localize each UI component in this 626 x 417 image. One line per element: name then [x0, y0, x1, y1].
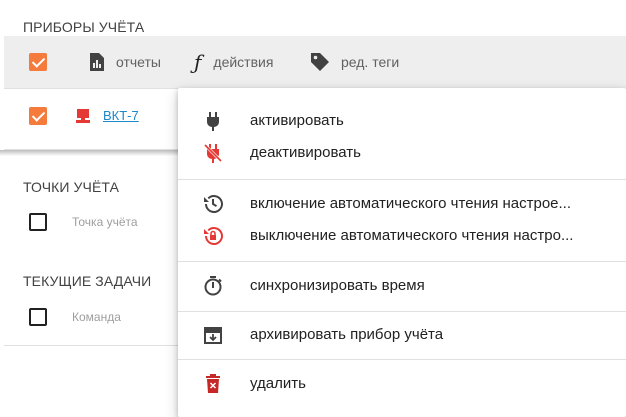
menu-item-label: выключение автоматического чтения настро… — [250, 227, 574, 244]
menu-item-archive[interactable]: архивировать прибор учёта — [178, 318, 626, 350]
points-title: ТОЧКИ УЧЁТА — [23, 179, 120, 195]
timer-icon — [204, 276, 222, 296]
menu-item-sync-time[interactable]: синхронизировать время — [178, 269, 626, 301]
plug-off-icon — [203, 143, 223, 163]
menu-divider — [178, 179, 626, 180]
archive-icon — [204, 327, 222, 344]
tasks-column-header: Команда — [72, 310, 121, 324]
devices-title: ПРИБОРЫ УЧЁТА — [23, 19, 145, 35]
edit-tags-label: ред. теги — [341, 54, 400, 70]
menu-item-label: синхронизировать время — [250, 277, 425, 294]
menu-item-activate[interactable]: активировать — [178, 104, 626, 136]
select-all-checkbox[interactable] — [29, 53, 47, 71]
actions-label: действия — [213, 54, 274, 70]
device-row-checkbox[interactable] — [29, 107, 47, 125]
tag-icon — [311, 53, 329, 71]
menu-divider — [178, 359, 626, 360]
menu-item-deactivate[interactable]: деактивировать — [178, 136, 626, 168]
trash-icon — [206, 374, 220, 393]
menu-item-label: архивировать прибор учёта — [250, 326, 444, 343]
menu-item-label: включение автоматического чтения настрое… — [250, 195, 572, 212]
menu-item-label: активировать — [250, 112, 344, 129]
menu-item-enable-auto-read[interactable]: включение автоматического чтения настрое… — [178, 187, 626, 219]
menu-divider — [178, 311, 626, 312]
function-icon: ƒ — [194, 50, 202, 74]
menu-item-label: удалить — [250, 375, 306, 392]
points-column-header: Точка учёта — [72, 215, 138, 229]
history-icon — [204, 195, 223, 213]
menu-item-disable-auto-read[interactable]: выключение автоматического чтения настро… — [178, 219, 626, 251]
tasks-title: ТЕКУЩИЕ ЗАДАЧИ — [23, 273, 152, 289]
menu-item-delete[interactable]: удалить — [178, 367, 626, 399]
device-link[interactable]: ВКТ-7 — [103, 108, 139, 123]
reports-label: отчеты — [116, 54, 161, 70]
plug-icon — [207, 112, 219, 131]
menu-item-label: деактивировать — [250, 144, 361, 161]
devices-toolbar: отчеты ƒ действия ред. теги — [4, 36, 626, 88]
reports-button[interactable]: отчеты — [88, 36, 161, 88]
meter-icon — [76, 109, 90, 123]
menu-divider — [178, 261, 626, 262]
actions-button[interactable]: ƒ действия — [194, 36, 273, 88]
panel-shadow — [0, 150, 178, 156]
lock-reset-icon — [204, 227, 223, 245]
points-select-all-checkbox[interactable] — [29, 213, 47, 231]
edit-tags-button[interactable]: ред. теги — [309, 36, 399, 88]
tasks-select-all-checkbox[interactable] — [29, 308, 47, 326]
report-icon — [90, 53, 104, 71]
actions-menu: активировать деактивировать включение ав… — [178, 88, 626, 417]
